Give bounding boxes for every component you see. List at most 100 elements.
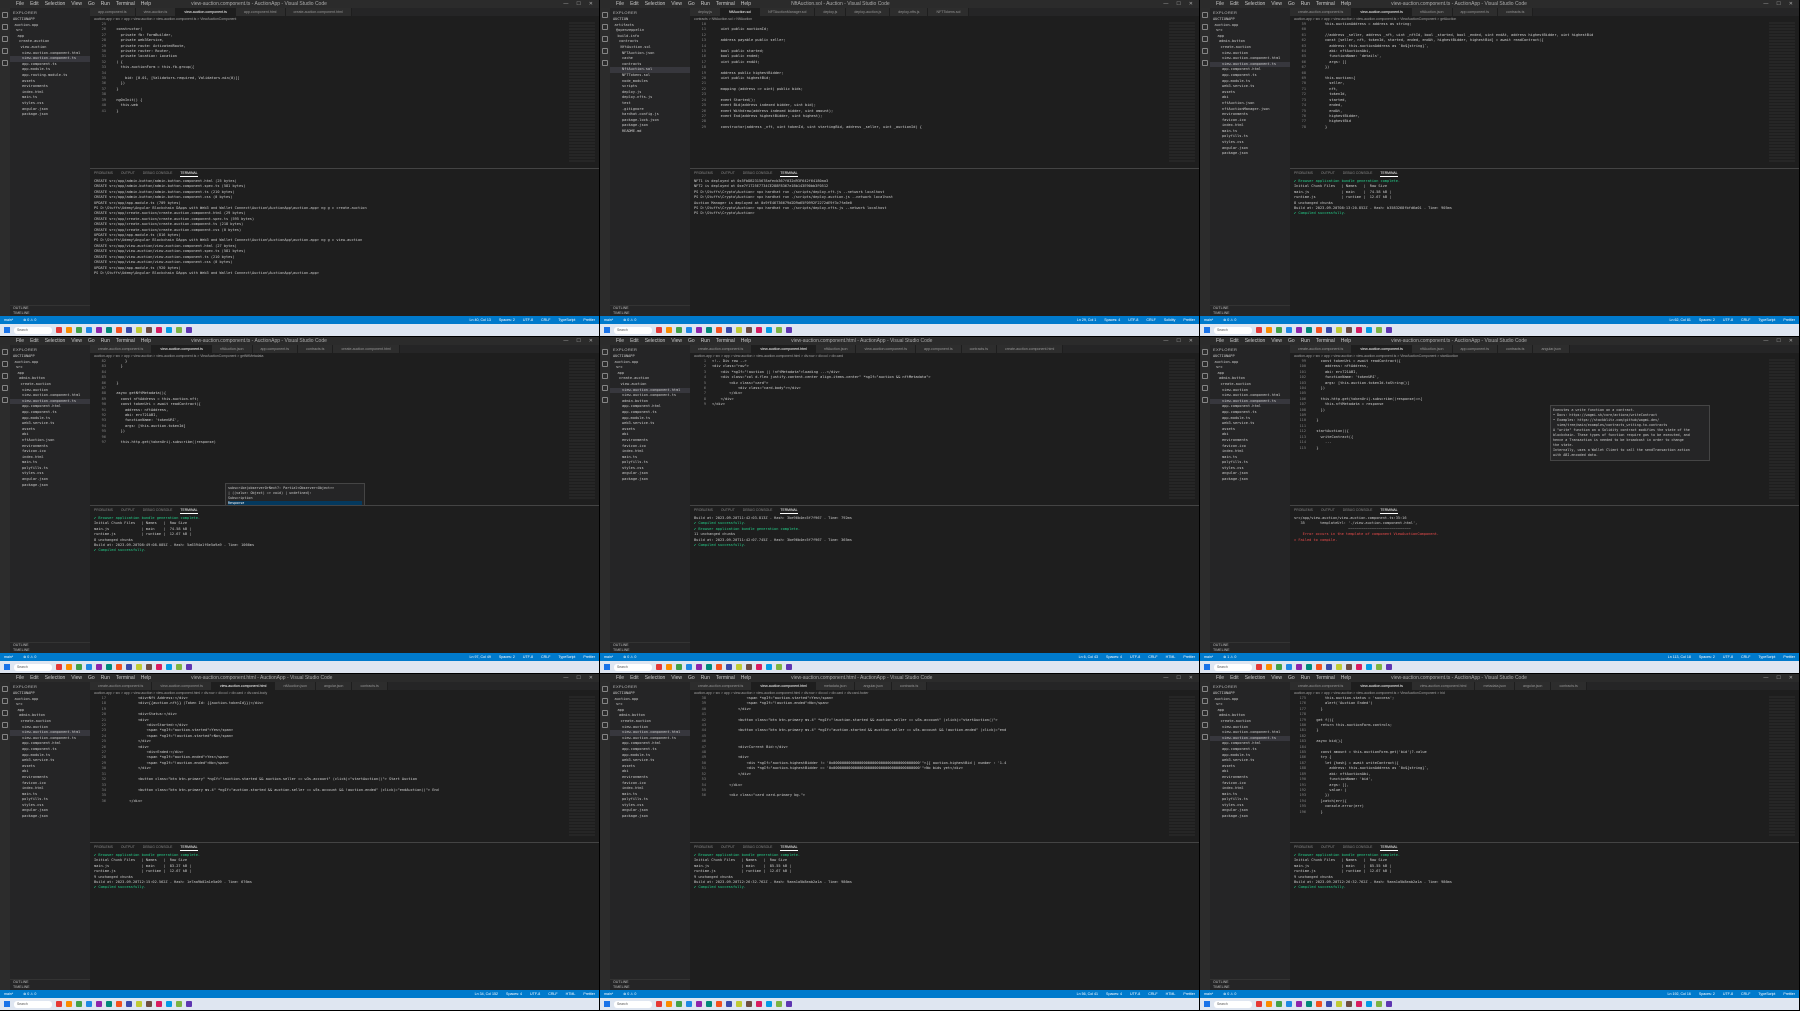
editor-tab[interactable]: create-auction.component.ts [1290,8,1353,16]
status-problems[interactable]: ⊗ 0 ⚠ 0 [623,990,636,998]
editor-tab[interactable]: create-auction.component.ts [1290,345,1353,353]
editor-tab[interactable]: app.component.ts [1452,345,1499,353]
menu-item-go[interactable]: Go [88,0,95,8]
editor-tab[interactable]: nftAuction.json [1411,8,1453,16]
windows-start-icon[interactable] [1204,1001,1210,1007]
taskbar-app-icon[interactable] [1266,664,1272,670]
taskbar-app-icon[interactable] [1276,664,1282,670]
taskbar-app-icon[interactable] [676,1001,682,1007]
menu-item-run[interactable]: Run [701,337,710,345]
menu-item-terminal[interactable]: Terminal [116,674,135,682]
taskbar-app-icon[interactable] [146,664,152,670]
taskbar-app-icon[interactable] [156,664,162,670]
explorer-icon[interactable] [602,686,608,692]
taskbar-app-icon[interactable] [1306,327,1312,333]
menu-item-go[interactable]: Go [1288,0,1295,8]
code-editor[interactable]: 10 11 uint public auctionId; 12 13 address … [690,22,1199,167]
terminal-output[interactable]: ✔ Browser application bundle generation … [1290,177,1799,219]
editor-tab[interactable]: metadata.json [1475,682,1516,690]
editor-tab[interactable]: deploy-nfts.js [890,8,929,16]
minimap[interactable] [1169,22,1195,162]
taskbar-search[interactable]: Search [14,663,52,671]
extensions-icon[interactable] [602,734,608,740]
minimize-button[interactable]: — [1763,674,1768,682]
taskbar-search[interactable]: Search [1214,1000,1252,1008]
panel-tab-debug-console[interactable]: DEBUG CONSOLE [1343,169,1373,177]
editor-tab[interactable]: deploy.js [690,8,721,16]
taskbar-app-icon[interactable] [706,327,712,333]
close-button[interactable]: ✕ [1789,337,1793,345]
menu-item-file[interactable]: File [16,674,24,682]
maximize-button[interactable]: ☐ [1176,0,1180,8]
status-item[interactable]: UTF-8 [523,653,533,661]
extensions-icon[interactable] [2,397,8,403]
explorer-icon[interactable] [1202,686,1208,692]
panel-tab-debug-console[interactable]: DEBUG CONSOLE [743,506,773,514]
search-icon[interactable] [2,24,8,30]
source-control-icon[interactable] [602,373,608,379]
minimize-button[interactable]: — [1763,337,1768,345]
maximize-button[interactable]: ☐ [1176,674,1180,682]
editor-tab[interactable]: create-auction.component.ts [690,345,753,353]
taskbar-app-icon[interactable] [716,1001,722,1007]
minimap[interactable] [569,22,595,162]
taskbar-app-icon[interactable] [166,664,172,670]
editor-tab[interactable]: view-auction.component.ts [152,345,212,353]
taskbar-app-icon[interactable] [1316,1001,1322,1007]
menu-item-run[interactable]: Run [701,674,710,682]
menu-item-run[interactable]: Run [701,0,710,8]
taskbar-app-icon[interactable] [1366,1001,1372,1007]
taskbar-search[interactable]: Search [14,1000,52,1008]
editor-tab[interactable]: create-auction.component.ts [690,682,753,690]
editor-tab[interactable]: NFTTokens.sol [928,8,970,16]
taskbar-app-icon[interactable] [766,664,772,670]
status-item[interactable]: TypeScript [558,653,575,661]
status-item[interactable]: CRLF [1148,990,1157,998]
panel-tab-terminal[interactable]: TERMINAL [1380,169,1398,177]
taskbar-app-icon[interactable] [706,664,712,670]
panel-tab-output[interactable]: OUTPUT [721,506,735,514]
source-control-icon[interactable] [2,36,8,42]
status-problems[interactable]: ⊗ 0 ⚠ 0 [623,653,636,661]
run-debug-icon[interactable] [1202,48,1208,54]
taskbar-app-icon[interactable] [136,1001,142,1007]
status-item[interactable]: Prettier [1183,316,1195,324]
status-item[interactable]: Spaces: 2 [499,653,515,661]
editor-tab[interactable]: nftAuction.json [275,682,317,690]
status-problems[interactable]: ⊗ 0 ⚠ 0 [23,990,36,998]
minimize-button[interactable]: — [563,337,568,345]
editor-tab[interactable]: app.component.ts [90,8,136,16]
panel-tab-problems[interactable]: PROBLEMS [1294,843,1313,851]
panel-tab-output[interactable]: OUTPUT [1321,843,1335,851]
status-item[interactable]: Spaces: 4 [1106,990,1122,998]
taskbar-app-icon[interactable] [106,1001,112,1007]
menu-item-help[interactable]: Help [141,674,151,682]
status-item[interactable]: CRLF [541,316,550,324]
status-item[interactable]: Spaces: 2 [1699,990,1715,998]
status-branch[interactable]: main* [604,316,613,324]
taskbar-app-icon[interactable] [656,327,662,333]
search-icon[interactable] [1202,361,1208,367]
panel-tab-terminal[interactable]: TERMINAL [780,506,798,514]
taskbar-app-icon[interactable] [776,327,782,333]
taskbar-app-icon[interactable] [756,327,762,333]
status-branch[interactable]: main* [4,653,13,661]
status-item[interactable]: Prettier [1183,990,1195,998]
panel-tab-problems[interactable]: PROBLEMS [694,169,713,177]
panel-tab-debug-console[interactable]: DEBUG CONSOLE [1343,843,1373,851]
taskbar-search[interactable]: Search [614,663,652,671]
taskbar-app-icon[interactable] [126,1001,132,1007]
menu-item-view[interactable]: View [71,674,82,682]
menu-item-terminal[interactable]: Terminal [1316,337,1335,345]
taskbar-app-icon[interactable] [736,327,742,333]
minimap[interactable] [1169,359,1195,499]
taskbar-search[interactable]: Search [614,326,652,334]
menu-item-edit[interactable]: Edit [630,337,639,345]
menu-item-selection[interactable]: Selection [645,337,666,345]
panel-tab-problems[interactable]: PROBLEMS [94,506,113,514]
taskbar-app-icon[interactable] [726,1001,732,1007]
code-editor[interactable]: 17 <div>Nft Address:</div> 18 <div>{{auct… [90,696,599,841]
taskbar-app-icon[interactable] [766,327,772,333]
minimap[interactable] [1769,696,1795,836]
taskbar-app-icon[interactable] [116,327,122,333]
